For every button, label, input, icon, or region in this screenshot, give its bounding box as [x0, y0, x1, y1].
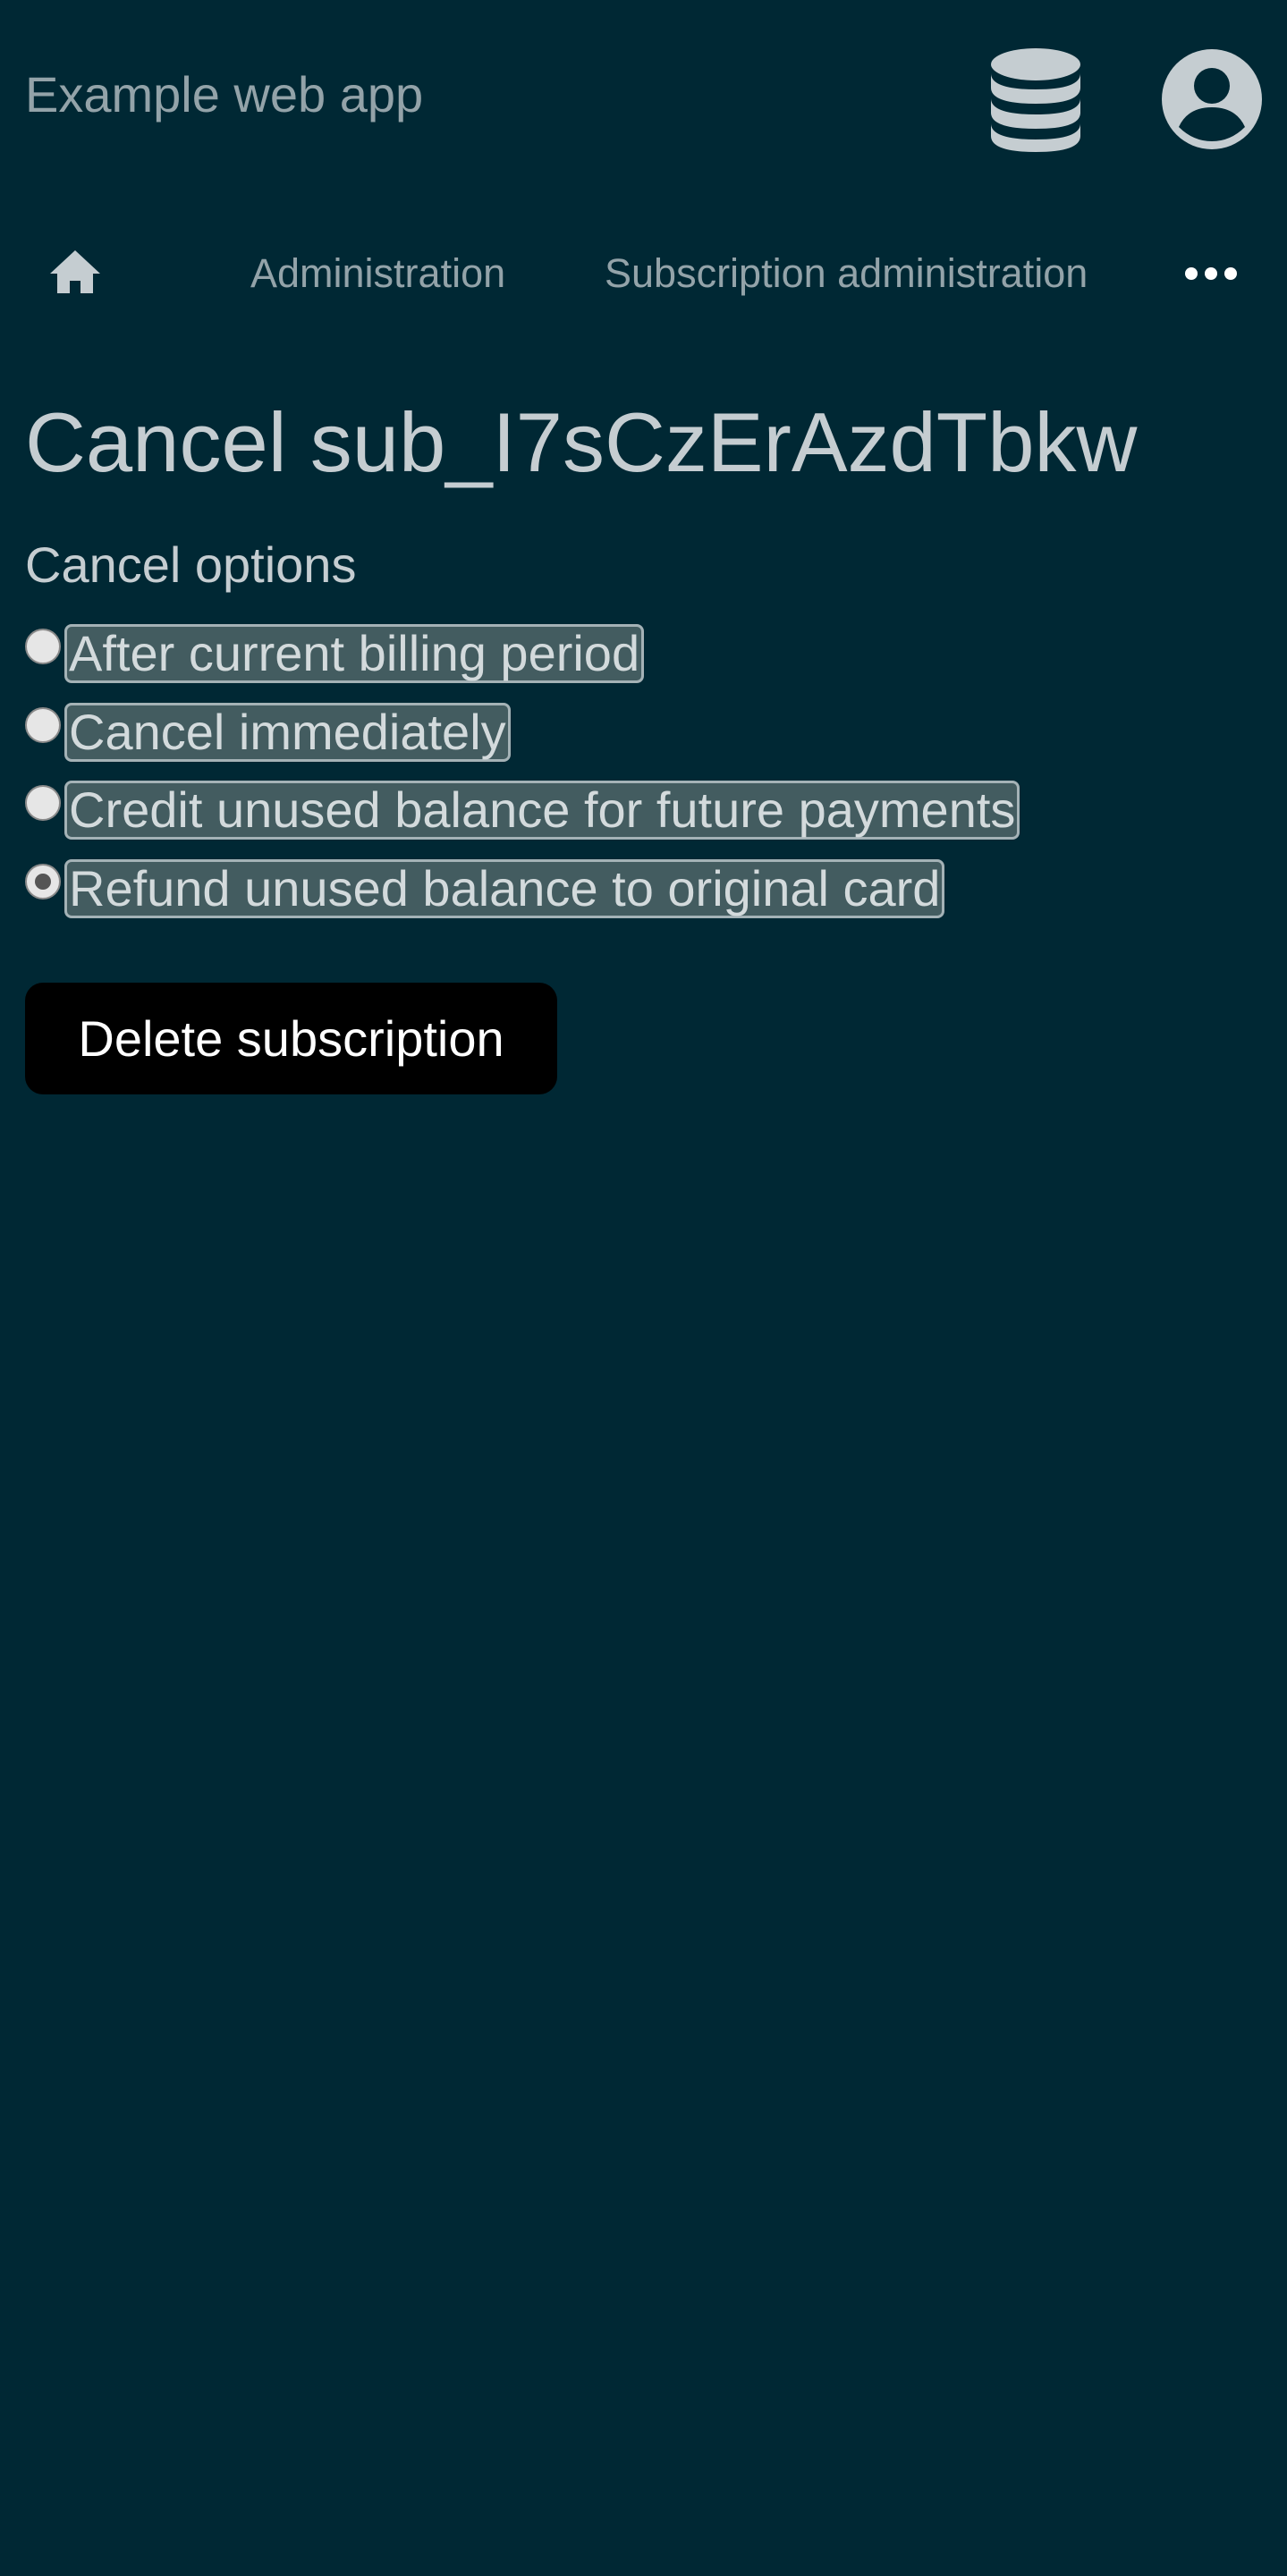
delete-subscription-button[interactable]: Delete subscription	[25, 983, 557, 1094]
nav-subscription-administration[interactable]: Subscription administration	[605, 250, 1088, 297]
nav-administration[interactable]: Administration	[250, 250, 505, 297]
option-label[interactable]: Credit unused balance for future payment…	[64, 781, 1020, 840]
radio-button[interactable]	[25, 707, 61, 743]
cancel-option-after-billing-period[interactable]: After current billing period	[25, 622, 645, 685]
cancel-option-refund-to-card[interactable]: Refund unused balance to original card	[25, 857, 945, 920]
cancel-option-immediately[interactable]: Cancel immediately	[25, 701, 511, 764]
user-avatar-icon[interactable]	[1161, 48, 1263, 150]
page-title: Cancel sub_I7sCzErAzdTbkw	[25, 395, 1138, 489]
option-label[interactable]: After current billing period	[64, 624, 645, 683]
app-header: Example web app	[0, 0, 1287, 188]
radio-button[interactable]	[25, 629, 61, 664]
more-horizontal-icon[interactable]	[1184, 266, 1238, 281]
cancel-option-credit-balance[interactable]: Credit unused balance for future payment…	[25, 779, 1020, 841]
app-title[interactable]: Example web app	[25, 66, 423, 123]
radio-button[interactable]	[25, 785, 61, 821]
radio-button-selected[interactable]	[25, 864, 61, 899]
option-label[interactable]: Cancel immediately	[64, 703, 511, 762]
database-icon[interactable]	[989, 46, 1082, 154]
cancel-options-legend: Cancel options	[25, 536, 357, 593]
option-label[interactable]: Refund unused balance to original card	[64, 859, 945, 918]
home-icon[interactable]	[48, 245, 102, 299]
main-nav: Administration Subscription administrati…	[0, 224, 1287, 322]
